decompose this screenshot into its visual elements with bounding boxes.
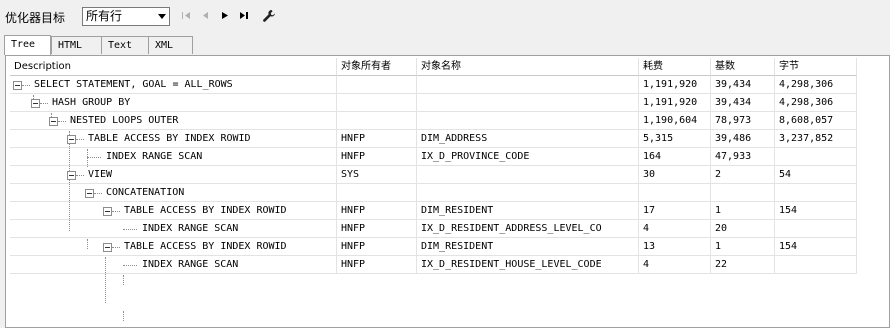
tree-connector [123,311,124,321]
cardinality-cell: 1 [711,202,775,220]
cost-cell: 17 [639,202,711,220]
object-name-cell [417,94,639,112]
bytes-cell [775,220,857,238]
cost-cell: 164 [639,148,711,166]
collapse-icon[interactable] [31,99,40,108]
collapse-icon[interactable] [103,207,112,216]
owner-cell [337,184,417,202]
tab-tree[interactable]: Tree [4,35,51,55]
next-icon[interactable] [219,10,231,21]
tab-html[interactable]: HTML [51,36,102,54]
last-icon[interactable] [238,10,250,21]
object-name-cell [417,166,639,184]
column-header-cardinality[interactable]: 基数 [711,58,775,76]
operation-label: INDEX RANGE SCAN [106,151,203,162]
column-header-owner[interactable]: 对象所有者 [337,58,417,76]
cardinality-cell: 39,486 [711,130,775,148]
object-name-cell: IX_D_RESIDENT_HOUSE_LEVEL_CODE [417,256,639,274]
operation-label: TABLE ACCESS BY INDEX ROWID [124,241,287,252]
collapse-icon[interactable] [103,243,112,252]
cost-cell: 4 [639,256,711,274]
bytes-cell: 3,237,852 [775,130,857,148]
owner-cell [337,76,417,94]
column-header-object-name[interactable]: 对象名称 [417,58,639,76]
column-header-cost[interactable]: 耗费 [639,58,711,76]
bytes-cell: 4,298,306 [775,76,857,94]
cardinality-cell: 2 [711,166,775,184]
owner-cell: HNFP [337,130,417,148]
object-name-cell: IX_D_RESIDENT_ADDRESS_LEVEL_CO [417,220,639,238]
operation-label: INDEX RANGE SCAN [142,259,239,270]
cost-cell: 5,315 [639,130,711,148]
operation-label: VIEW [88,169,113,180]
operation-label: TABLE ACCESS BY INDEX ROWID [88,133,251,144]
optimizer-goal-label: 优化器目标 [5,11,66,25]
first-icon[interactable] [181,10,193,21]
owner-cell [337,112,417,130]
operation-label: NESTED LOOPS OUTER [70,115,179,126]
operation-label: SELECT STATEMENT, GOAL = ALL_ROWS [34,79,233,90]
chevron-down-icon [158,14,166,19]
collapse-icon[interactable] [49,117,58,126]
collapse-icon[interactable] [67,171,76,180]
owner-cell: HNFP [337,202,417,220]
cardinality-cell: 1 [711,238,775,256]
tab-xml[interactable]: XML [148,36,193,54]
plan-tree-panel: Description 对象所有者 对象名称 耗费 基数 字节 SELECT S… [5,55,890,328]
collapse-icon[interactable] [85,189,94,198]
cardinality-cell: 39,434 [711,94,775,112]
tab-text[interactable]: Text [101,36,149,54]
bytes-cell: 54 [775,166,857,184]
object-name-cell [417,184,639,202]
object-name-cell [417,76,639,94]
owner-cell: SYS [337,166,417,184]
cost-cell: 30 [639,166,711,184]
tree-connector [123,275,124,285]
prev-icon[interactable] [200,10,212,21]
bytes-cell [775,148,857,166]
bytes-cell: 4,298,306 [775,94,857,112]
wrench-icon[interactable] [262,9,276,23]
cost-cell: 1,190,604 [639,112,711,130]
bytes-cell [775,256,857,274]
collapse-icon[interactable] [13,81,22,90]
cost-cell: 13 [639,238,711,256]
owner-cell: HNFP [337,256,417,274]
object-name-cell: DIM_RESIDENT [417,238,639,256]
bytes-cell: 154 [775,202,857,220]
column-header-bytes[interactable]: 字节 [775,58,857,76]
bytes-cell: 154 [775,238,857,256]
operation-label: INDEX RANGE SCAN [142,223,239,234]
optimizer-goal-select[interactable]: 所有行 [82,7,170,26]
operation-label: CONCATENATION [106,187,185,198]
cardinality-cell: 78,973 [711,112,775,130]
owner-cell: HNFP [337,238,417,256]
cost-cell [639,184,711,202]
cost-cell: 1,191,920 [639,94,711,112]
object-name-cell: IX_D_PROVINCE_CODE [417,148,639,166]
column-header-description[interactable]: Description [10,58,337,76]
cardinality-cell: 20 [711,220,775,238]
cardinality-cell [711,184,775,202]
object-name-cell: DIM_ADDRESS [417,130,639,148]
cardinality-cell: 39,434 [711,76,775,94]
cardinality-cell: 22 [711,256,775,274]
object-name-cell: DIM_RESIDENT [417,202,639,220]
owner-cell: HNFP [337,220,417,238]
optimizer-goal-value: 所有行 [86,9,123,23]
owner-cell [337,94,417,112]
operation-label: HASH GROUP BY [52,97,131,108]
operation-label: TABLE ACCESS BY INDEX ROWID [124,205,287,216]
cost-cell: 4 [639,220,711,238]
bytes-cell: 8,608,057 [775,112,857,130]
cost-cell: 1,191,920 [639,76,711,94]
toolbar: 优化器目标 所有行 [0,0,890,32]
object-name-cell [417,112,639,130]
owner-cell: HNFP [337,148,417,166]
bytes-cell [775,184,857,202]
cardinality-cell: 47,933 [711,148,775,166]
collapse-icon[interactable] [67,135,76,144]
